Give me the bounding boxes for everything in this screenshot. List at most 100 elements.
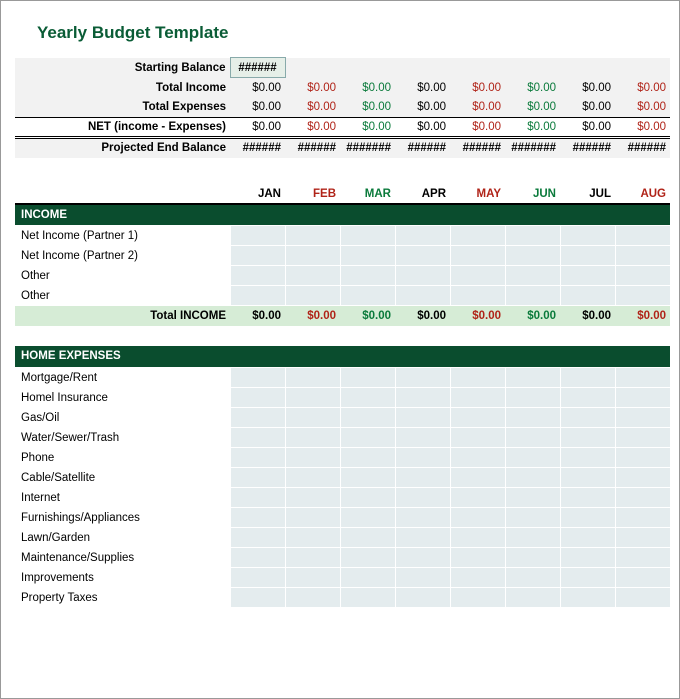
expense-cell[interactable] xyxy=(450,368,505,388)
income-cell[interactable] xyxy=(285,226,340,246)
expense-cell[interactable] xyxy=(560,428,615,448)
expense-cell[interactable] xyxy=(450,508,505,528)
expense-cell[interactable] xyxy=(615,468,670,488)
expense-cell[interactable] xyxy=(450,488,505,508)
expense-cell[interactable] xyxy=(340,588,395,608)
expense-cell[interactable] xyxy=(395,408,450,428)
expense-cell[interactable] xyxy=(230,448,285,468)
expense-cell[interactable] xyxy=(450,448,505,468)
expense-cell[interactable] xyxy=(285,448,340,468)
expense-cell[interactable] xyxy=(230,588,285,608)
expense-cell[interactable] xyxy=(285,508,340,528)
expense-cell[interactable] xyxy=(395,428,450,448)
income-cell[interactable] xyxy=(560,286,615,306)
expense-cell[interactable] xyxy=(505,528,560,548)
expense-cell[interactable] xyxy=(615,568,670,588)
income-cell[interactable] xyxy=(340,246,395,266)
expense-cell[interactable] xyxy=(285,568,340,588)
expense-cell[interactable] xyxy=(230,488,285,508)
income-cell[interactable] xyxy=(340,226,395,246)
income-cell[interactable] xyxy=(560,246,615,266)
starting-balance-value[interactable]: ###### xyxy=(230,58,285,78)
expense-cell[interactable] xyxy=(505,548,560,568)
expense-cell[interactable] xyxy=(560,408,615,428)
expense-cell[interactable] xyxy=(505,568,560,588)
expense-cell[interactable] xyxy=(285,548,340,568)
expense-cell[interactable] xyxy=(560,368,615,388)
expense-cell[interactable] xyxy=(285,588,340,608)
expense-cell[interactable] xyxy=(230,508,285,528)
income-cell[interactable] xyxy=(230,266,285,286)
expense-cell[interactable] xyxy=(230,408,285,428)
expense-cell[interactable] xyxy=(395,488,450,508)
expense-cell[interactable] xyxy=(450,588,505,608)
expense-cell[interactable] xyxy=(340,448,395,468)
expense-cell[interactable] xyxy=(230,568,285,588)
expense-cell[interactable] xyxy=(340,568,395,588)
expense-cell[interactable] xyxy=(560,488,615,508)
expense-cell[interactable] xyxy=(230,428,285,448)
income-cell[interactable] xyxy=(285,246,340,266)
expense-cell[interactable] xyxy=(285,428,340,448)
expense-cell[interactable] xyxy=(615,428,670,448)
income-cell[interactable] xyxy=(615,286,670,306)
expense-cell[interactable] xyxy=(505,448,560,468)
expense-cell[interactable] xyxy=(450,388,505,408)
income-cell[interactable] xyxy=(450,226,505,246)
income-cell[interactable] xyxy=(340,266,395,286)
expense-cell[interactable] xyxy=(450,548,505,568)
expense-cell[interactable] xyxy=(395,388,450,408)
expense-cell[interactable] xyxy=(615,408,670,428)
expense-cell[interactable] xyxy=(505,428,560,448)
income-cell[interactable] xyxy=(450,266,505,286)
expense-cell[interactable] xyxy=(615,488,670,508)
expense-cell[interactable] xyxy=(560,528,615,548)
expense-cell[interactable] xyxy=(560,548,615,568)
expense-cell[interactable] xyxy=(395,568,450,588)
income-cell[interactable] xyxy=(395,266,450,286)
expense-cell[interactable] xyxy=(340,408,395,428)
expense-cell[interactable] xyxy=(395,528,450,548)
expense-cell[interactable] xyxy=(340,548,395,568)
expense-cell[interactable] xyxy=(340,488,395,508)
income-cell[interactable] xyxy=(340,286,395,306)
expense-cell[interactable] xyxy=(340,468,395,488)
expense-cell[interactable] xyxy=(450,468,505,488)
income-cell[interactable] xyxy=(230,286,285,306)
income-cell[interactable] xyxy=(560,226,615,246)
income-cell[interactable] xyxy=(285,266,340,286)
income-cell[interactable] xyxy=(505,286,560,306)
expense-cell[interactable] xyxy=(505,388,560,408)
income-cell[interactable] xyxy=(505,266,560,286)
income-cell[interactable] xyxy=(285,286,340,306)
expense-cell[interactable] xyxy=(450,428,505,448)
expense-cell[interactable] xyxy=(395,588,450,608)
expense-cell[interactable] xyxy=(450,408,505,428)
expense-cell[interactable] xyxy=(450,568,505,588)
expense-cell[interactable] xyxy=(395,368,450,388)
expense-cell[interactable] xyxy=(230,468,285,488)
expense-cell[interactable] xyxy=(615,388,670,408)
expense-cell[interactable] xyxy=(505,588,560,608)
expense-cell[interactable] xyxy=(505,488,560,508)
expense-cell[interactable] xyxy=(615,448,670,468)
expense-cell[interactable] xyxy=(230,548,285,568)
expense-cell[interactable] xyxy=(560,468,615,488)
income-cell[interactable] xyxy=(615,266,670,286)
expense-cell[interactable] xyxy=(340,508,395,528)
expense-cell[interactable] xyxy=(285,488,340,508)
expense-cell[interactable] xyxy=(230,528,285,548)
expense-cell[interactable] xyxy=(285,528,340,548)
income-cell[interactable] xyxy=(615,226,670,246)
expense-cell[interactable] xyxy=(615,548,670,568)
expense-cell[interactable] xyxy=(340,368,395,388)
expense-cell[interactable] xyxy=(340,528,395,548)
income-cell[interactable] xyxy=(560,266,615,286)
expense-cell[interactable] xyxy=(505,368,560,388)
expense-cell[interactable] xyxy=(560,388,615,408)
expense-cell[interactable] xyxy=(560,508,615,528)
income-cell[interactable] xyxy=(505,226,560,246)
expense-cell[interactable] xyxy=(560,588,615,608)
expense-cell[interactable] xyxy=(560,448,615,468)
expense-cell[interactable] xyxy=(285,368,340,388)
